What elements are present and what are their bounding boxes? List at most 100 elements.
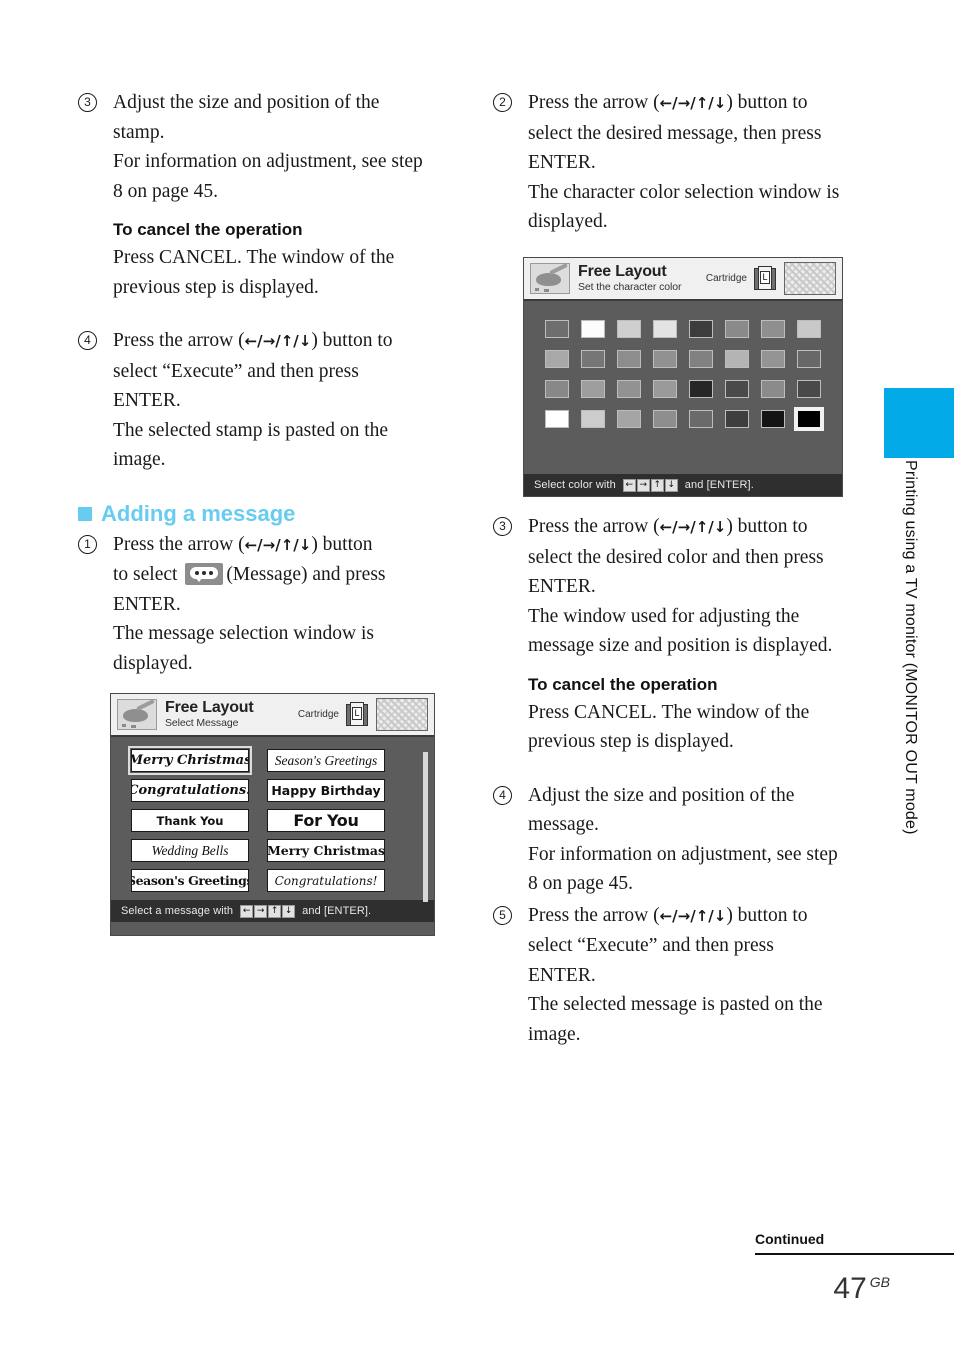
message-button[interactable]: Congratulations! [267, 869, 385, 892]
color-swatch[interactable] [653, 320, 677, 338]
step-text-a: Press the arrow ( [528, 904, 660, 926]
arrow-glyphs: ←/→/↑/↓ [659, 94, 727, 112]
logo-blob [123, 709, 148, 722]
footer-suffix: and [ENTER]. [302, 905, 372, 917]
logo-speck [535, 288, 539, 291]
message-button[interactable]: Happy Birthday [267, 779, 385, 802]
step-text: Press the arrow (←/→/↑/↓) button to sele… [528, 512, 845, 602]
color-selection-window: Free Layout Set the character color Cart… [523, 257, 843, 497]
step-3-stamp-adjust: 3 Adjust the size and position of the st… [78, 88, 430, 206]
step-text: Press the arrow (←/→/↑/↓) button to sele… [528, 901, 845, 991]
message-button[interactable]: Merry Christmas [128, 746, 252, 775]
section-heading-label: Adding a message [101, 500, 296, 526]
message-button[interactable]: For You [267, 809, 385, 832]
scrollbar-thumb[interactable] [423, 752, 428, 902]
arrow-key-icon: ↓ [664, 478, 678, 492]
message-button[interactable]: Merry Christmas [267, 839, 385, 862]
message-button-label: Wedding Bells [151, 842, 229, 858]
cancel-body: Press CANCEL. The window of the previous… [528, 701, 810, 753]
step-number: 3 [493, 517, 512, 536]
arrow-glyphs: ←/→/↑/↓ [659, 518, 727, 536]
step-number: 3 [78, 93, 97, 112]
message-button[interactable]: Season's Greetings [267, 749, 385, 772]
continued-label: Continued [755, 1231, 825, 1247]
arrow-glyphs: ←/→/↑/↓ [244, 535, 312, 554]
color-swatch[interactable] [545, 350, 569, 368]
document-page: 3 Adjust the size and position of the st… [0, 0, 954, 1352]
color-swatch[interactable] [689, 380, 713, 398]
message-button-label: Thank You [156, 813, 224, 828]
color-swatch[interactable] [725, 380, 749, 398]
chapter-tab [884, 388, 954, 458]
color-swatch[interactable] [545, 410, 569, 428]
color-swatch[interactable] [581, 380, 605, 398]
color-swatch[interactable] [761, 320, 785, 338]
window-footer: Select a message with ← → ↑ ↓ and [ENTER]. [111, 900, 434, 922]
step-text-c: to select [113, 564, 178, 585]
speech-bubble-tail [195, 577, 204, 582]
message-button[interactable]: Congratulations! [131, 779, 249, 802]
color-swatch[interactable] [797, 380, 821, 398]
page-number-value: 47 [833, 1272, 867, 1305]
arrow-key-icon: ↑ [268, 904, 282, 918]
color-swatch[interactable] [653, 350, 677, 368]
message-button-label: Season's Greetings [274, 752, 378, 768]
color-swatch[interactable] [761, 350, 785, 368]
footer-divider [755, 1253, 954, 1255]
step-subtext: The character color selection window is … [528, 181, 840, 233]
color-swatch[interactable] [725, 410, 749, 428]
message-grid: Merry Christmas Season's Greetings Congrat… [111, 737, 434, 900]
color-swatch[interactable] [581, 320, 605, 338]
message-button-label: Merry Christmas [131, 753, 249, 768]
color-swatch[interactable] [797, 350, 821, 368]
arrow-key-icon: ← [622, 478, 636, 492]
color-swatch[interactable] [761, 380, 785, 398]
footer-prefix: Select color with [534, 479, 616, 491]
message-button[interactable]: Season's Greetings [131, 869, 249, 892]
color-swatch[interactable] [545, 380, 569, 398]
arrow-key-icon: ← [240, 904, 254, 918]
step-2-select-message: 2 Press the arrow (←/→/↑/↓) button to se… [493, 88, 845, 237]
color-swatch[interactable] [581, 410, 605, 428]
message-icon [185, 563, 224, 585]
cartridge-size-label: L [352, 706, 362, 720]
color-swatch[interactable] [689, 320, 713, 338]
color-swatch[interactable] [797, 320, 821, 338]
message-button-label: Merry Christmas [267, 843, 385, 858]
step-number: 1 [78, 534, 97, 554]
window-subtitle: Set the character color [578, 281, 682, 294]
cartridge-label: Cartridge [297, 709, 339, 720]
color-swatch[interactable] [617, 380, 641, 398]
color-swatch[interactable] [689, 350, 713, 368]
message-button[interactable]: Thank You [131, 809, 249, 832]
message-button-label: For You [293, 811, 359, 830]
step-text-a: Press the arrow ( [528, 92, 660, 113]
cancel-block-left: To cancel the operation Press CANCEL. Th… [78, 220, 430, 302]
color-swatch[interactable] [794, 407, 824, 431]
color-swatch[interactable] [725, 320, 749, 338]
step-4-adjust-message: 4 Adjust the size and position of the me… [493, 781, 845, 899]
message-button[interactable]: Wedding Bells [131, 839, 249, 862]
color-swatch[interactable] [725, 350, 749, 368]
color-swatch[interactable] [545, 320, 569, 338]
step-text-a: Press the arrow ( [113, 330, 245, 351]
scrollbar[interactable] [423, 752, 428, 902]
color-swatch[interactable] [617, 350, 641, 368]
color-swatch[interactable] [653, 380, 677, 398]
color-swatch[interactable] [653, 410, 677, 428]
step-subtext: The selected stamp is pasted on the imag… [113, 419, 389, 471]
color-swatch[interactable] [617, 410, 641, 428]
paper-thumbnail [376, 698, 428, 731]
cancel-heading: To cancel the operation [528, 674, 718, 694]
color-swatch[interactable] [689, 410, 713, 428]
arrow-glyphs: ←/→/↑/↓ [659, 906, 727, 925]
arrow-glyphs: ←/→/↑/↓ [244, 332, 312, 350]
color-swatch[interactable] [617, 320, 641, 338]
color-swatch[interactable] [761, 410, 785, 428]
color-swatch[interactable] [581, 350, 605, 368]
window-titles: Free Layout Set the character color [578, 263, 706, 294]
footer-suffix: and [ENTER]. [684, 479, 754, 491]
cancel-block-right: To cancel the operation Press CANCEL. Th… [493, 675, 845, 757]
logo-blob [536, 273, 561, 286]
